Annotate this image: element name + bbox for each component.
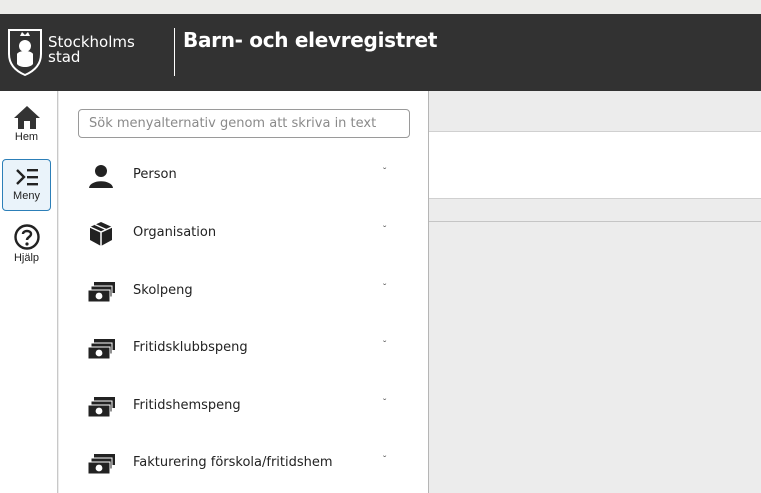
menu-item-label: Fakturering förskola/fritidshem [133,455,333,470]
menu-item-organisation[interactable]: Organisation ˇ [59,211,428,269]
rail-menu-label: Meny [13,190,40,202]
person-icon [89,165,113,188]
menu-item-fritidsklubbspeng[interactable]: Fritidsklubbspeng ˇ [59,326,428,384]
money-icon [87,282,115,303]
rail-home-label: Hem [14,131,39,143]
help-icon [13,224,40,250]
rail-menu-button[interactable]: Meny [2,159,51,211]
money-icon [87,397,115,418]
menu-search-input[interactable] [78,109,410,138]
content-divider [429,221,761,222]
box-icon [89,222,113,246]
rail-help-label: Hjälp [13,252,40,264]
stockholm-crest-icon [8,29,42,76]
menu-item-label: Organisation [133,225,217,240]
menu-item-label: Fritidsklubbspeng [133,340,248,355]
menu-item-person[interactable]: Person ˇ [59,153,428,211]
menu-item-fritidshemspeng[interactable]: Fritidshemspeng ˇ [59,384,428,442]
home-icon [13,106,40,129]
menu-item-label: Skolpeng [133,283,193,298]
rail-home-button[interactable]: Hem [2,99,51,151]
money-icon [87,454,115,475]
menu-item-skolpeng[interactable]: Skolpeng ˇ [59,269,428,327]
chevron-down-icon: ˇ [383,340,387,351]
chevron-down-icon: ˇ [383,455,387,466]
menu-item-fakturering[interactable]: Fakturering förskola/fritidshem ˇ [59,441,428,493]
rail-help-button[interactable]: Hjälp [2,218,51,270]
rail-nav: Hem Meny Hjälp [0,91,58,493]
content-panel [429,131,761,199]
top-strip [0,0,761,14]
menu-item-label: Fritidshemspeng [133,398,241,413]
menu-icon [15,169,38,186]
money-icon [87,339,115,360]
logo-text-line2: stad [48,48,81,66]
chevron-down-icon: ˇ [383,398,387,409]
header-divider [174,28,175,76]
app-header: Stockholms stad Barn- och elevregistret [0,14,761,91]
stockholm-logo[interactable]: Stockholms stad [6,28,136,78]
chevron-down-icon: ˇ [383,283,387,294]
chevron-down-icon: ˇ [383,225,387,236]
app-title: Barn- och elevregistret [183,28,438,52]
chevron-down-icon: ˇ [383,167,387,178]
menu-item-label: Person [133,167,177,182]
menu-panel: Person ˇ Organisation ˇ Skolpeng ˇ Friti… [59,91,429,493]
main-content [429,91,761,493]
